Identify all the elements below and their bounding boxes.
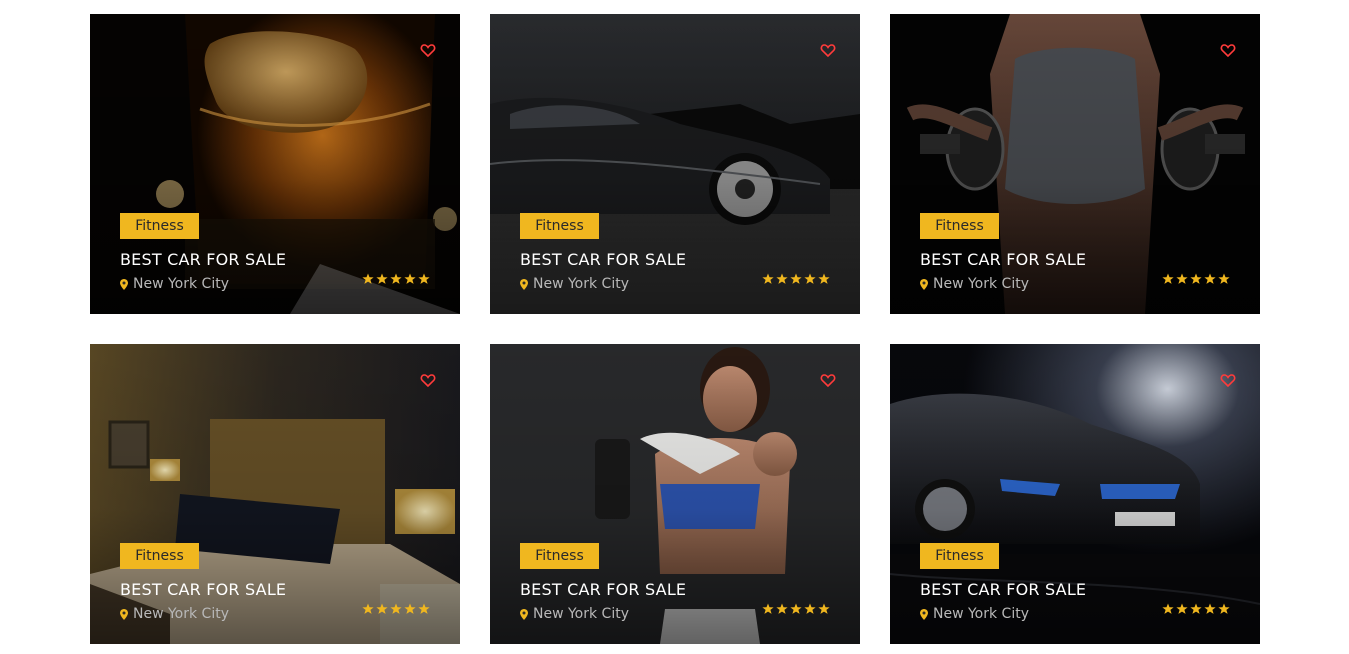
heart-icon[interactable] [820,372,836,388]
star-icon [818,603,830,614]
listing-location: New York City [520,606,629,622]
map-pin-icon [120,608,128,620]
star-icon [790,273,802,284]
map-pin-icon [520,278,528,290]
star-icon [762,273,774,284]
star-icon [376,273,388,284]
star-icon [818,273,830,284]
image-overlay [490,344,860,644]
star-icon [1176,603,1188,614]
heart-icon[interactable] [420,42,436,58]
star-icon [1176,273,1188,284]
listing-title[interactable]: BEST CAR FOR SALE [920,580,1086,599]
location-label: New York City [933,606,1029,622]
star-icon [404,273,416,284]
listing-card[interactable]: Fitness BEST CAR FOR SALE New York City [490,14,860,314]
listing-title[interactable]: BEST CAR FOR SALE [520,250,686,269]
star-icon [418,273,430,284]
star-icon [418,603,430,614]
image-overlay [90,14,460,314]
star-icon [362,603,374,614]
star-icon [390,273,402,284]
rating-stars [362,603,430,615]
category-badge[interactable]: Fitness [120,543,199,569]
category-badge[interactable]: Fitness [520,213,599,239]
category-badge[interactable]: Fitness [520,543,599,569]
star-icon [1218,273,1230,284]
listing-title[interactable]: BEST CAR FOR SALE [120,250,286,269]
rating-stars [1162,603,1230,615]
listing-location: New York City [120,276,229,292]
rating-stars [1162,273,1230,285]
map-pin-icon [920,278,928,290]
listing-card[interactable]: Fitness BEST CAR FOR SALE New York City [90,344,460,644]
heart-icon[interactable] [1220,42,1236,58]
star-icon [362,273,374,284]
star-icon [776,273,788,284]
category-badge[interactable]: Fitness [120,213,199,239]
star-icon [776,603,788,614]
listing-grid: Fitness BEST CAR FOR SALE New York City [0,0,1349,654]
star-icon [1204,603,1216,614]
listing-card[interactable]: Fitness BEST CAR FOR SALE New York City [890,344,1260,644]
listing-card[interactable]: Fitness BEST CAR FOR SALE New York City [890,14,1260,314]
listing-location: New York City [920,606,1029,622]
star-icon [1218,603,1230,614]
listing-card[interactable]: Fitness BEST CAR FOR SALE New York City [490,344,860,644]
rating-stars [362,273,430,285]
map-pin-icon [520,608,528,620]
listing-title[interactable]: BEST CAR FOR SALE [120,580,286,599]
location-label: New York City [533,276,629,292]
star-icon [390,603,402,614]
star-icon [376,603,388,614]
heart-icon[interactable] [420,372,436,388]
image-overlay [90,344,460,644]
star-icon [1190,273,1202,284]
category-badge[interactable]: Fitness [920,213,999,239]
star-icon [1162,603,1174,614]
image-overlay [890,344,1260,644]
rating-stars [762,603,830,615]
star-icon [790,603,802,614]
listing-title[interactable]: BEST CAR FOR SALE [920,250,1086,269]
rating-stars [762,273,830,285]
star-icon [404,603,416,614]
image-overlay [890,14,1260,314]
star-icon [804,603,816,614]
image-overlay [490,14,860,314]
location-label: New York City [933,276,1029,292]
star-icon [1204,273,1216,284]
listing-title[interactable]: BEST CAR FOR SALE [520,580,686,599]
map-pin-icon [920,608,928,620]
listing-card[interactable]: Fitness BEST CAR FOR SALE New York City [90,14,460,314]
location-label: New York City [133,606,229,622]
heart-icon[interactable] [820,42,836,58]
star-icon [804,273,816,284]
listing-location: New York City [920,276,1029,292]
heart-icon[interactable] [1220,372,1236,388]
location-label: New York City [133,276,229,292]
map-pin-icon [120,278,128,290]
location-label: New York City [533,606,629,622]
star-icon [1190,603,1202,614]
listing-location: New York City [520,276,629,292]
category-badge[interactable]: Fitness [920,543,999,569]
star-icon [1162,273,1174,284]
listing-location: New York City [120,606,229,622]
star-icon [762,603,774,614]
